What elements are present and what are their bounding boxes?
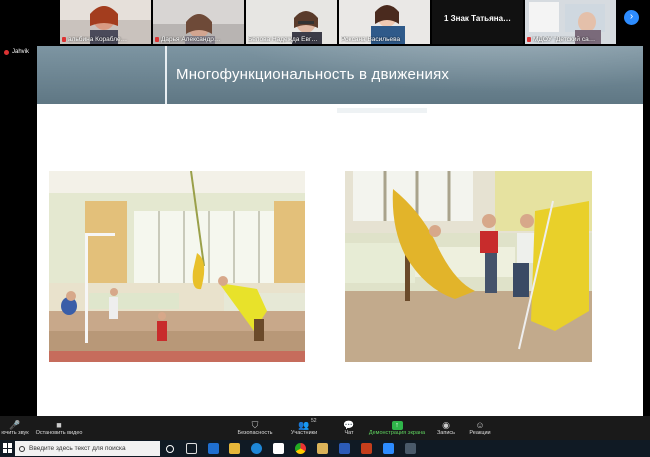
participant-tile[interactable]: МДОУ "Детский са…	[525, 0, 616, 44]
participant-name: альбина Корабле…	[68, 36, 128, 43]
edge-browser-icon[interactable]	[251, 443, 262, 454]
slide-header: Многофункциональность в движениях	[37, 46, 643, 104]
word-icon[interactable]	[339, 443, 350, 454]
participant-name: Белова Надежда Евг…	[248, 36, 318, 43]
share-screen-icon: ↑	[391, 420, 403, 430]
meeting-toolbar: 🎤 ючить звук ■ Остановить видео ⛉ Безопа…	[0, 416, 650, 440]
chat-bubble-icon: 💬	[343, 420, 355, 430]
participant-tile[interactable]: 1 Знак Татьяна…	[432, 0, 523, 44]
chat-button[interactable]: 💬 Чат	[340, 416, 358, 440]
participants-icon: 👥	[298, 420, 310, 430]
share-screen-button[interactable]: ↑ Демонстрация экрана	[367, 416, 427, 440]
participant-name: Роксана Васильева	[341, 36, 401, 43]
zoom-icon[interactable]	[383, 443, 394, 454]
video-camera-icon: ■	[56, 420, 62, 430]
zoom-meeting-window: альбина Корабле… Дарья Александр… Белова…	[0, 0, 650, 457]
slide-title: Многофункциональность в движениях	[176, 66, 450, 83]
windows-start-icon[interactable]	[3, 443, 13, 453]
participant-tile[interactable]: Белова Надежда Евг…	[246, 0, 337, 44]
windows-taskbar: Введите здесь текст для поиска	[0, 440, 650, 457]
reactions-smiley-icon: ☺	[475, 420, 485, 430]
active-speaker-label: Jahvik	[4, 49, 29, 55]
stop-video-button[interactable]: ■ Остановить видео	[34, 416, 84, 440]
participant-strip: альбина Корабле… Дарья Александр… Белова…	[60, 0, 620, 44]
slide-photo-left	[49, 171, 305, 362]
task-view-icon[interactable]	[186, 443, 197, 454]
folder-icon[interactable]	[317, 443, 328, 454]
chrome-icon[interactable]	[295, 443, 306, 454]
speaker-mic-icon	[4, 49, 9, 55]
store-icon[interactable]	[273, 443, 284, 454]
microphone-muted-icon: 🎤	[9, 420, 21, 430]
powerpoint-icon[interactable]	[361, 443, 372, 454]
speaker-name: Jahvik	[12, 49, 30, 55]
next-participants-button[interactable]: ›	[624, 10, 639, 25]
file-explorer-icon[interactable]	[229, 443, 240, 454]
muted-mic-icon	[155, 36, 159, 42]
participant-name: 1 Знак Татьяна…	[443, 14, 512, 23]
participant-tile[interactable]: альбина Корабле…	[60, 0, 151, 44]
mail-icon[interactable]	[208, 443, 219, 454]
app-icon[interactable]	[405, 443, 416, 454]
shield-icon: ⛉	[251, 420, 259, 430]
record-button[interactable]: ◉ Запись	[434, 416, 458, 440]
cortana-icon[interactable]	[166, 445, 174, 453]
security-button[interactable]: ⛉ Безопасность	[236, 416, 274, 440]
slide-photo-right	[345, 171, 592, 362]
participant-name: Дарья Александр…	[161, 36, 221, 43]
taskbar-search-input[interactable]: Введите здесь текст для поиска	[15, 441, 160, 456]
participant-tile[interactable]: Роксана Васильева	[339, 0, 430, 44]
participant-tile[interactable]: Дарья Александр…	[153, 0, 244, 44]
shared-screen-slide: Многофункциональность в движениях	[37, 46, 643, 416]
unmute-button[interactable]: 🎤 ючить звук	[0, 416, 30, 440]
reactions-button[interactable]: ☺ Реакции	[468, 416, 492, 440]
muted-mic-icon	[527, 36, 531, 42]
record-icon: ◉	[442, 420, 450, 430]
muted-mic-icon	[62, 36, 66, 42]
participants-count: 52	[311, 418, 317, 424]
search-icon	[19, 445, 25, 452]
participant-name: МДОУ "Детский са…	[533, 36, 596, 43]
slide-subtitle-placeholder	[337, 108, 427, 113]
